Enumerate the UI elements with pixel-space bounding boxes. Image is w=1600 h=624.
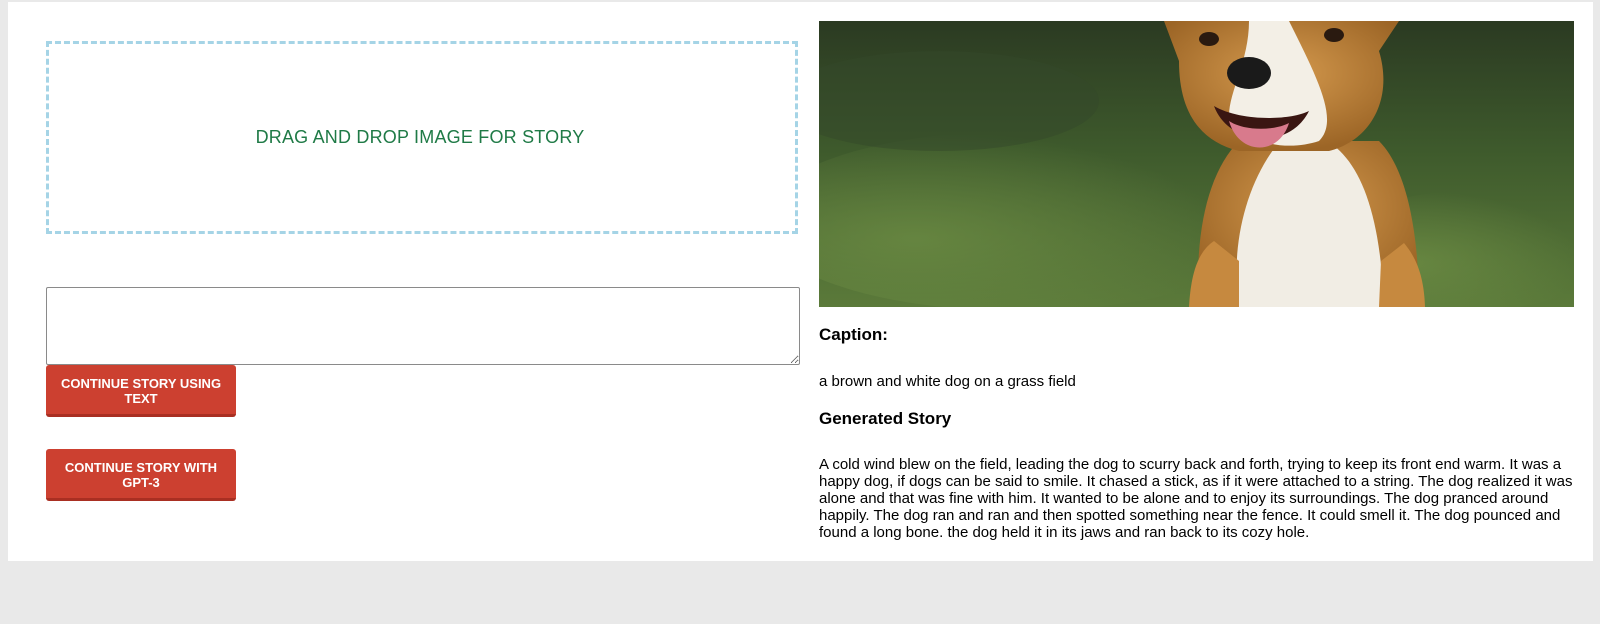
dropzone-label: DRAG AND DROP IMAGE FOR STORY (255, 127, 585, 147)
caption-text: a brown and white dog on a grass field (819, 373, 1076, 390)
uploaded-dog-image (819, 21, 1574, 307)
generated-story-heading: Generated Story (819, 409, 952, 428)
continue-story-text-button[interactable]: CONTINUE STORY USING TEXT (46, 365, 236, 417)
image-dropzone[interactable]: DRAG AND DROP IMAGE FOR STORY (46, 41, 798, 234)
dog-photo-illustration (819, 21, 1574, 307)
story-text-input[interactable] (46, 287, 800, 365)
generated-story-text: A cold wind blew on the field, leading t… (819, 456, 1573, 541)
caption-heading: Caption: (819, 325, 888, 344)
continue-story-gpt3-button[interactable]: CONTINUE STORY WITH GPT-3 (46, 449, 236, 501)
